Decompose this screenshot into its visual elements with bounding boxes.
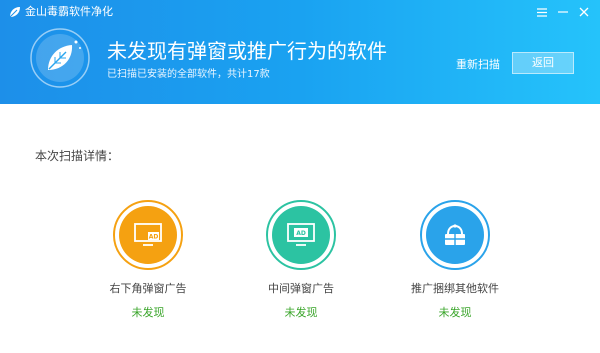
result-subtitle: 已扫描已安装的全部软件，共计17款 bbox=[107, 69, 270, 80]
bundle-badge bbox=[420, 200, 490, 270]
result-title: 未发现有弹窗或推广行为的软件 bbox=[107, 39, 387, 63]
app-window: 金山毒霸软件净化 未发现有弹窗或推广行为的软件 已扫描已安装的全部软件，共计17… bbox=[0, 0, 600, 353]
item-status: 未发现 bbox=[438, 306, 472, 319]
center-ad-badge: AD bbox=[266, 200, 336, 270]
close-icon[interactable] bbox=[576, 4, 592, 20]
rescan-link[interactable]: 重新扫描 bbox=[456, 58, 500, 72]
app-logo-icon bbox=[9, 7, 20, 18]
header-banner: 金山毒霸软件净化 未发现有弹窗或推广行为的软件 已扫描已安装的全部软件，共计17… bbox=[0, 0, 600, 104]
item-label: 推广捆绑其他软件 bbox=[411, 282, 499, 295]
item-status: 未发现 bbox=[284, 306, 318, 319]
result-item-center-ads: AD 中间弹窗广告 未发现 bbox=[226, 200, 376, 320]
corner-ad-icon: AD bbox=[134, 223, 162, 246]
leaf-icon bbox=[30, 28, 90, 88]
scan-details-label: 本次扫描详情： bbox=[35, 149, 120, 163]
back-button[interactable]: 返回 bbox=[512, 52, 574, 74]
item-label: 中间弹窗广告 bbox=[268, 282, 334, 295]
bundle-icon bbox=[445, 224, 465, 245]
svg-text:AD: AD bbox=[149, 234, 159, 241]
result-item-corner-ads: AD 右下角弹窗广告 未发现 bbox=[73, 200, 223, 320]
item-status: 未发现 bbox=[131, 306, 165, 319]
result-item-bundled-software: 推广捆绑其他软件 未发现 bbox=[380, 200, 530, 320]
item-label: 右下角弹窗广告 bbox=[109, 282, 187, 295]
app-title: 金山毒霸软件净化 bbox=[25, 5, 113, 18]
title-bar: 金山毒霸软件净化 bbox=[0, 0, 600, 24]
corner-ad-badge: AD bbox=[113, 200, 183, 270]
menu-icon[interactable] bbox=[534, 4, 550, 20]
svg-text:AD: AD bbox=[296, 230, 306, 237]
center-ad-icon: AD bbox=[287, 223, 315, 246]
minimize-icon[interactable] bbox=[555, 4, 571, 20]
